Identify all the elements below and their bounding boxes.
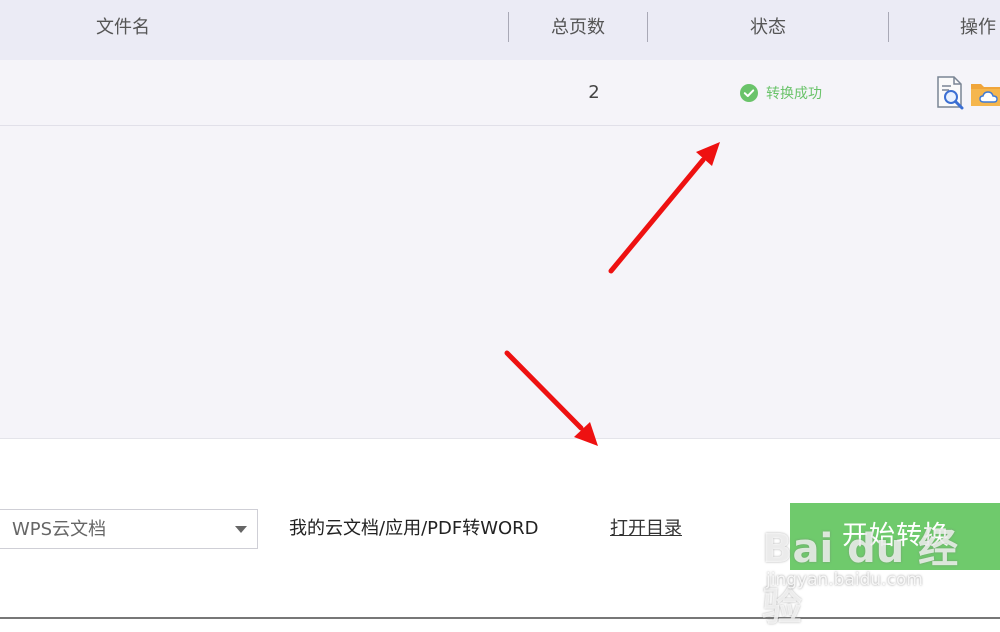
header-actions: 操作 (960, 17, 996, 38)
check-circle-icon (740, 84, 758, 102)
output-settings-panel: WPS云文档 我的云文档/应用/PDF转WORD 打开目录 开始转换 (0, 438, 1000, 619)
preview-document-icon[interactable] (936, 76, 966, 114)
divider (0, 617, 1000, 619)
page-count: 2 (588, 82, 600, 103)
file-list: 2 转换成功 (0, 60, 1000, 438)
output-path: 我的云文档/应用/PDF转WORD (289, 518, 539, 539)
header-status: 状态 (750, 17, 786, 38)
caret-down-icon[interactable] (235, 526, 247, 533)
header-pages: 总页数 (551, 17, 605, 38)
status-text: 转换成功 (766, 86, 822, 102)
output-location-select[interactable]: WPS云文档 (0, 509, 258, 549)
status-badge: 转换成功 (740, 82, 822, 104)
table-header: 文件名 总页数 状态 操作 (0, 0, 1000, 60)
output-location-value: WPS云文档 (12, 519, 107, 540)
open-directory-link[interactable]: 打开目录 (610, 517, 682, 541)
cloud-folder-icon[interactable] (970, 80, 1000, 112)
header-divider (888, 12, 889, 42)
header-filename: 文件名 (96, 17, 150, 38)
table-row[interactable]: 2 转换成功 (0, 60, 1000, 126)
start-convert-button[interactable]: 开始转换 (790, 503, 1000, 570)
